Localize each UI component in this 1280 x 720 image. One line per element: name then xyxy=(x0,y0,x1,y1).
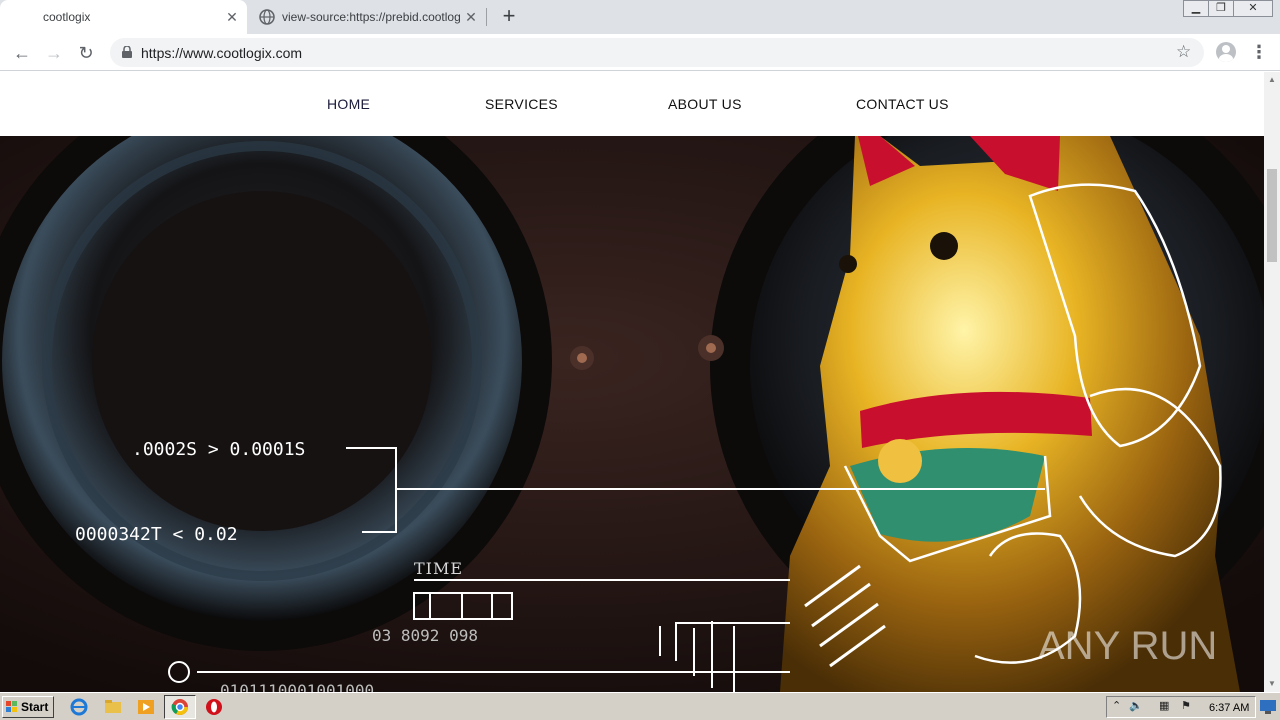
url-text: https://www.cootlogix.com xyxy=(141,45,303,61)
hud-time-label: TIME xyxy=(414,559,463,578)
back-arrow-icon[interactable]: ← xyxy=(10,41,34,65)
tab-separator xyxy=(486,8,487,26)
page-scrollbar[interactable]: ▲ ▼ xyxy=(1264,72,1280,692)
hud-readout-bottom: 0000342T < 0.02 xyxy=(75,524,238,545)
minimize-button[interactable]: ▁ xyxy=(1183,0,1209,17)
browser-toolbar: ← → ↻ https://www.cootlogix.com ☆ ⋮ xyxy=(0,34,1280,71)
nav-home-link[interactable]: HOME xyxy=(327,96,370,112)
tab-cootlogix[interactable]: cootlogix ✕ xyxy=(0,0,247,34)
menu-kebab-icon[interactable]: ⋮ xyxy=(1250,42,1268,63)
action-center-flag-icon[interactable]: ⚑ xyxy=(1181,699,1191,712)
file-explorer-icon[interactable] xyxy=(104,698,122,716)
taskbar-chrome-active[interactable] xyxy=(164,695,196,719)
network-icon[interactable]: ▦ xyxy=(1159,699,1169,712)
hero-image: .0002S > 0.0001S 0000342T < 0.02 TIME 03… xyxy=(0,136,1264,692)
site-navigation: HOME SERVICES ABOUT US CONTACT US xyxy=(0,72,1264,136)
tab-title: view-source:https://prebid.cootlogix xyxy=(282,10,460,24)
volume-icon[interactable]: 🔈 xyxy=(1129,699,1143,712)
hud-readout-top: .0002S > 0.0001S xyxy=(132,439,305,460)
opera-icon[interactable] xyxy=(205,698,223,716)
reload-icon[interactable]: ↻ xyxy=(74,41,98,65)
hero-banner: .0002S > 0.0001S 0000342T < 0.02 TIME 03… xyxy=(0,136,1264,692)
bookmark-star-icon[interactable]: ☆ xyxy=(1176,42,1191,62)
windows-taskbar: Start ⌃ 🔈 ▦ ⚑ 6:37 AM xyxy=(0,692,1280,720)
scroll-up-arrow-icon[interactable]: ▲ xyxy=(1267,75,1277,85)
nav-contact-us-link[interactable]: CONTACT US xyxy=(856,96,949,112)
scroll-down-arrow-icon[interactable]: ▼ xyxy=(1267,679,1277,689)
close-tab-icon[interactable]: ✕ xyxy=(463,9,479,25)
hud-binary: 0101110001001000 xyxy=(220,681,374,692)
start-label: Start xyxy=(21,700,49,714)
start-button[interactable]: Start xyxy=(2,696,54,718)
address-bar[interactable]: https://www.cootlogix.com ☆ xyxy=(110,38,1204,67)
media-player-icon[interactable] xyxy=(137,698,155,716)
globe-icon xyxy=(259,9,275,25)
close-window-button[interactable]: ✕ xyxy=(1233,0,1273,17)
lock-icon xyxy=(122,46,132,58)
profile-avatar-icon[interactable] xyxy=(1216,42,1236,62)
tray-expand-icon[interactable]: ⌃ xyxy=(1112,699,1121,712)
nav-about-us-link[interactable]: ABOUT US xyxy=(668,96,742,112)
tab-view-source[interactable]: view-source:https://prebid.cootlogix ✕ xyxy=(247,0,487,34)
internet-explorer-icon[interactable] xyxy=(70,698,88,716)
forward-arrow-icon[interactable]: → xyxy=(42,41,66,65)
restore-button[interactable]: ❐ xyxy=(1208,0,1234,17)
close-tab-icon[interactable]: ✕ xyxy=(224,9,240,25)
nav-services-link[interactable]: SERVICES xyxy=(485,96,558,112)
chrome-icon xyxy=(171,699,188,716)
page-viewport: HOME SERVICES ABOUT US CONTACT US .0002S… xyxy=(0,72,1264,692)
scrollbar-thumb[interactable] xyxy=(1267,169,1277,262)
tab-title: cootlogix xyxy=(43,10,91,24)
show-desktop-icon[interactable] xyxy=(1260,700,1276,714)
taskbar-clock[interactable]: 6:37 AM xyxy=(1209,702,1249,714)
hud-time-value: 03 8092 098 xyxy=(372,626,478,645)
tab-strip: cootlogix ✕ view-source:https://prebid.c… xyxy=(0,0,1280,34)
new-tab-button[interactable]: + xyxy=(499,5,519,27)
watermark: ANY RUN xyxy=(1038,624,1217,668)
windows-logo-icon xyxy=(6,701,17,712)
